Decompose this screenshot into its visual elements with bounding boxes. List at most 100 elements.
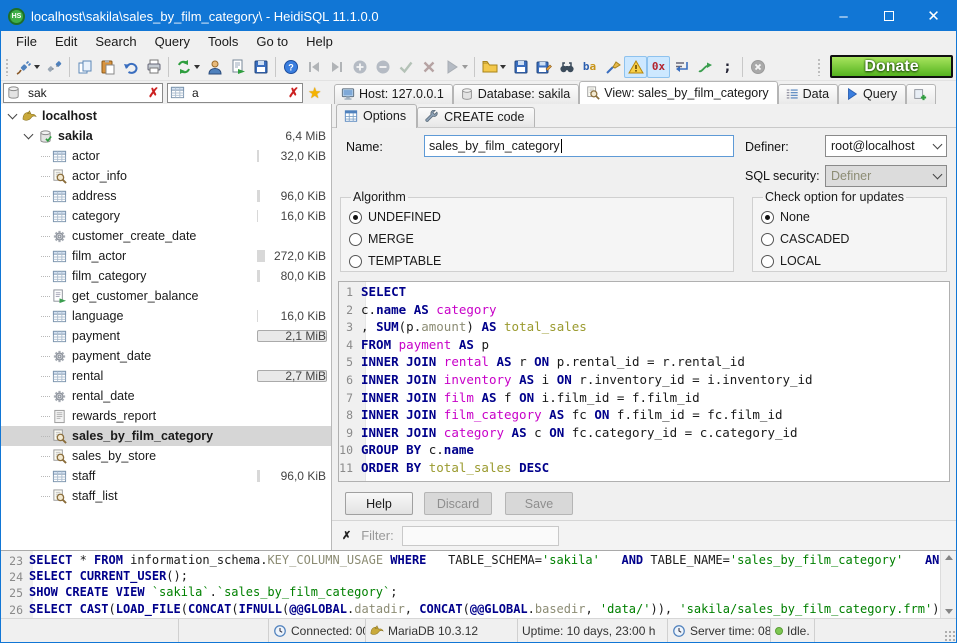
user-manager-icon[interactable] <box>203 56 226 78</box>
tab-data[interactable]: Data <box>778 84 838 104</box>
reformat-code-icon[interactable] <box>601 56 624 78</box>
tree-item-category[interactable]: category16,0 KiB <box>1 206 331 226</box>
chevron-down-icon <box>928 166 946 186</box>
menu-item-help[interactable]: Help <box>297 32 342 51</box>
view-binary-icon[interactable]: 0x <box>647 56 670 78</box>
log-scrollbar[interactable] <box>940 551 956 618</box>
save-as-icon[interactable] <box>532 56 555 78</box>
favorites-star-icon[interactable]: ★ <box>308 84 321 102</box>
tree-item-payment_date[interactable]: payment_date <box>1 346 331 366</box>
tree-item-staff_list[interactable]: staff_list <box>1 486 331 506</box>
new-query-tab[interactable] <box>906 84 936 104</box>
last-record-icon[interactable] <box>325 56 348 78</box>
tree-item-sales_by_film_category[interactable]: sales_by_film_category <box>1 426 331 446</box>
algorithm-radio-undefined[interactable]: UNDEFINED <box>349 206 725 228</box>
tree-item-film_category[interactable]: film_category80,0 KiB <box>1 266 331 286</box>
delete-record-icon[interactable] <box>371 56 394 78</box>
menu-item-search[interactable]: Search <box>86 32 145 51</box>
newtab-icon <box>913 87 927 101</box>
tab-database[interactable]: Database: sakila <box>453 84 579 104</box>
tab-view[interactable]: View: sales_by_film_category <box>579 81 777 104</box>
clear-database-filter-icon[interactable]: ✗ <box>147 86 160 99</box>
expand-chevron-icon[interactable] <box>24 130 34 140</box>
tree-item-film_actor[interactable]: film_actor272,0 KiB <box>1 246 331 266</box>
delimiter-icon[interactable]: ; <box>716 56 739 78</box>
tree-item-staff[interactable]: staff96,0 KiB <box>1 466 331 486</box>
tab-host[interactable]: Host: 127.0.0.1 <box>334 84 453 104</box>
menu-item-file[interactable]: File <box>7 32 46 51</box>
paste-icon[interactable] <box>96 56 119 78</box>
tree-item-rental_date[interactable]: rental_date <box>1 386 331 406</box>
find-text-icon[interactable] <box>555 56 578 78</box>
algorithm-radio-merge[interactable]: MERGE <box>349 228 725 250</box>
help-button[interactable]: Help <box>345 492 413 515</box>
print-icon[interactable] <box>142 56 165 78</box>
table-filter-input[interactable]: a ✗ <box>167 83 303 103</box>
filter-input[interactable] <box>402 526 559 546</box>
tree-item-localhost[interactable]: localhost <box>1 106 331 126</box>
insert-record-icon[interactable] <box>348 56 371 78</box>
run-query-icon[interactable] <box>440 56 471 78</box>
toolbar-grip[interactable] <box>817 58 822 76</box>
tree-item-get_customer_balance[interactable]: get_customer_balance <box>1 286 331 306</box>
clear-table-filter-icon[interactable]: ✗ <box>287 86 300 99</box>
toolbar-grip[interactable] <box>5 58 10 76</box>
copy-icon[interactable] <box>73 56 96 78</box>
subtab-create-code[interactable]: CREATE code <box>417 107 535 127</box>
check-option-radio-none[interactable]: None <box>761 206 938 228</box>
undo-icon[interactable] <box>119 56 142 78</box>
view-name-input[interactable]: sales_by_film_category <box>424 135 734 157</box>
view-sql-editor[interactable]: 1SELECT2c.name AS category3, SUM(p.amoun… <box>338 281 950 482</box>
scroll-up-icon[interactable] <box>945 555 953 560</box>
close-filter-icon[interactable]: ✗ <box>342 529 351 542</box>
discard-button[interactable]: Discard <box>424 492 492 515</box>
tree-item-address[interactable]: address96,0 KiB <box>1 186 331 206</box>
database-filter-input[interactable]: sak ✗ <box>3 83 163 103</box>
maximize-button[interactable] <box>866 1 911 31</box>
tab-query[interactable]: Query <box>838 84 906 104</box>
sql-log-panel[interactable]: 23SELECT * FROM information_schema.KEY_C… <box>1 550 956 618</box>
export-tables-icon[interactable] <box>226 56 249 78</box>
help-balloon-icon[interactable]: ? <box>279 56 302 78</box>
tree-item-payment[interactable]: payment2,1 MiB <box>1 326 331 346</box>
menu-item-go-to[interactable]: Go to <box>247 32 297 51</box>
sql-security-select[interactable]: Definer <box>825 165 947 187</box>
disconnect-icon[interactable] <box>43 56 66 78</box>
tree-item-sakila[interactable]: sakila6,4 MiB <box>1 126 331 146</box>
expand-chevron-icon[interactable] <box>8 110 18 120</box>
menu-item-edit[interactable]: Edit <box>46 32 86 51</box>
algorithm-radio-temptable[interactable]: TEMPTABLE <box>349 250 725 272</box>
first-record-icon[interactable] <box>302 56 325 78</box>
minimize-button[interactable]: – <box>821 1 866 31</box>
tree-item-actor_info[interactable]: actor_info <box>1 166 331 186</box>
replace-text-icon[interactable]: ba <box>578 56 601 78</box>
tree-item-customer_create_date[interactable]: customer_create_date <box>1 226 331 246</box>
scroll-down-icon[interactable] <box>945 609 953 614</box>
save-file-icon[interactable] <box>509 56 532 78</box>
save-button[interactable]: Save <box>505 492 573 515</box>
cancel-edit-icon[interactable] <box>417 56 440 78</box>
close-button[interactable]: ✕ <box>911 1 956 31</box>
post-edit-icon[interactable] <box>394 56 417 78</box>
resize-grip[interactable] <box>944 630 956 642</box>
open-file-icon[interactable] <box>478 56 509 78</box>
tree-item-language[interactable]: language16,0 KiB <box>1 306 331 326</box>
donate-button[interactable]: Donate <box>830 55 953 78</box>
tree-item-rental[interactable]: rental2,7 MiB <box>1 366 331 386</box>
refresh-icon[interactable] <box>172 56 203 78</box>
subtab-options[interactable]: Options <box>336 104 417 128</box>
check-option-radio-cascaded[interactable]: CASCADED <box>761 228 938 250</box>
tree-item-rewards_report[interactable]: rewards_report <box>1 406 331 426</box>
warn-unsafe-icon[interactable] <box>624 56 647 78</box>
stop-process-icon[interactable] <box>746 56 769 78</box>
save-data-icon[interactable] <box>249 56 272 78</box>
reconnect-icon[interactable] <box>693 56 716 78</box>
tree-item-sales_by_store[interactable]: sales_by_store <box>1 446 331 466</box>
definer-select[interactable]: root@localhost <box>825 135 947 157</box>
connect-session-icon[interactable] <box>12 56 43 78</box>
bind-params-icon[interactable] <box>670 56 693 78</box>
tree-item-actor[interactable]: actor32,0 KiB <box>1 146 331 166</box>
check-option-radio-local[interactable]: LOCAL <box>761 250 938 272</box>
menu-item-tools[interactable]: Tools <box>199 32 247 51</box>
menu-item-query[interactable]: Query <box>146 32 199 51</box>
